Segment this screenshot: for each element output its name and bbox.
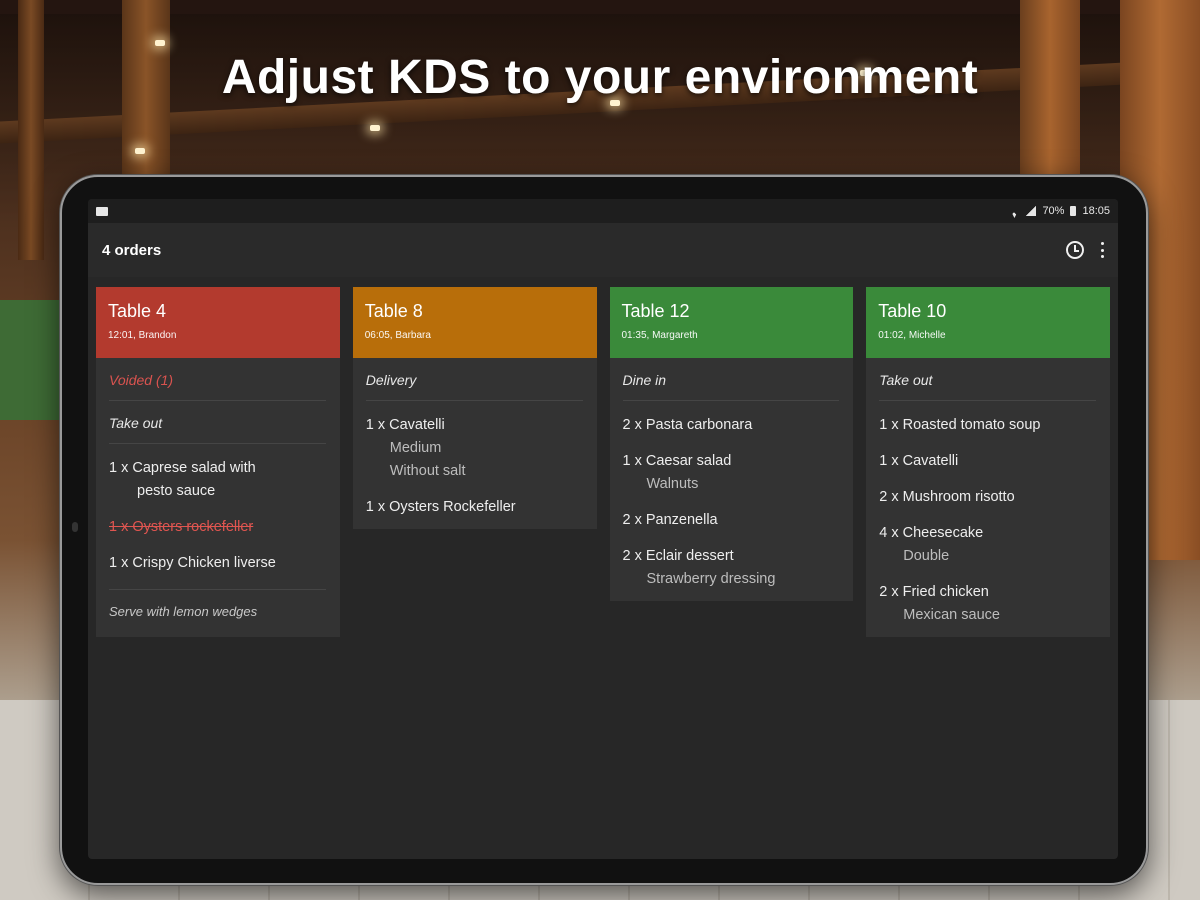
order-type: Delivery [365,358,583,401]
order-item-text: 1 x Cavatelli [879,453,959,469]
order-item[interactable]: 1 x Oysters Rockefeller [366,483,583,519]
order-type: Take out [109,401,326,444]
kds-screen: 70% 18:05 4 orders Table 4 12:01, Brando… [88,199,1118,859]
order-item-text: 1 x Crispy Chicken liverse [109,555,276,571]
order-time-waiter: 01:02, Michelle [878,330,946,341]
order-item-modifier: Walnuts [646,476,699,492]
order-item-modifier: Double [903,548,950,564]
order-item[interactable]: 2 x Panzenella [623,496,840,532]
status-bar: 70% 18:05 [88,199,1118,223]
order-card-header[interactable]: Table 8 06:05, Barbara [352,287,597,358]
order-table-name: Table 10 [878,301,947,321]
order-item[interactable]: 2 x Eclair dessert Strawberry dressing [623,532,840,591]
battery-icon [1070,206,1077,216]
battery-level: 70% [1042,205,1065,217]
order-type: Take out [879,358,1096,401]
order-table-name: Table 12 [621,301,690,321]
order-card-header[interactable]: Table 4 12:01, Brandon [96,287,340,358]
order-item-modifier: Mexican sauce [903,607,1000,623]
order-table-name: Table 4 [108,301,167,321]
order-item-modifier: Without salt [389,463,466,479]
order-item[interactable]: 1 x Cavatelli Medium Without salt [366,401,583,483]
order-card[interactable]: Table 4 12:01, Brandon Voided (1) Take o… [96,287,340,637]
order-item[interactable]: 1 x Caprese salad with pesto sauce [109,444,326,503]
order-item[interactable]: 2 x Mushroom risotto [879,473,1096,509]
order-card[interactable]: Table 8 06:05, Barbara Delivery 1 x Cava… [352,287,597,529]
order-table-name: Table 8 [364,301,423,321]
order-item[interactable]: 4 x Cheesecake Double [879,509,1096,568]
order-item[interactable]: 2 x Pasta carbonara [623,401,840,437]
order-item-text: 1 x Oysters Rockefeller [365,499,516,515]
order-time-waiter: 06:05, Barbara [364,330,431,341]
orders-count-title: 4 orders [102,241,162,259]
order-card[interactable]: Table 10 01:02, Michelle Take out 1 x Ro… [866,287,1110,637]
order-time-waiter: 01:35, Margareth [621,330,698,341]
order-card[interactable]: Table 12 01:35, Margareth Dine in 2 x Pa… [609,287,854,601]
tablet-frame: 70% 18:05 4 orders Table 4 12:01, Brando… [60,175,1148,885]
order-item-text: 4 x Cheesecake [879,525,984,541]
camera [72,522,78,532]
order-item-modifier: Medium [389,440,442,456]
order-item-text: 2 x Panzenella [622,512,718,528]
order-item[interactable]: 1 x Crispy Chicken liverse [109,539,326,575]
order-item-text: 2 x Mushroom risotto [879,489,1015,505]
order-item[interactable]: 1 x Caesar salad Walnuts [623,437,840,496]
order-item-text: 2 x Fried chicken [879,584,989,600]
mail-notification-icon [96,206,108,216]
order-item-text: 1 x Caprese salad with [109,460,256,476]
order-item[interactable]: 1 x Cavatelli [879,437,1096,473]
clock: 18:05 [1082,205,1110,217]
voided-items-label[interactable]: Voided (1) [109,358,326,401]
order-item-text: 1 x Oysters rockefeller [109,519,254,535]
signal-icon [1026,206,1037,216]
order-item[interactable]: 2 x Fried chicken Mexican sauce [879,568,1096,627]
app-bar: 4 orders [88,223,1118,277]
order-item-text: 2 x Pasta carbonara [622,417,753,433]
order-item-text: 2 x Eclair dessert [622,548,734,564]
order-item-voided[interactable]: 1 x Oysters rockefeller [109,503,326,539]
order-time-waiter: 12:01, Brandon [108,330,177,341]
headline: Adjust KDS to your environment [221,51,979,104]
more-options-icon[interactable] [1100,242,1104,258]
order-card-header[interactable]: Table 12 01:35, Margareth [609,287,854,358]
wifi-icon [1008,206,1020,216]
history-icon[interactable] [1066,241,1084,259]
order-note: Serve with lemon wedges [109,589,326,629]
order-item-modifier: Strawberry dressing [646,571,776,587]
orders-board: Table 4 12:01, Brandon Voided (1) Take o… [88,277,1118,637]
order-card-header[interactable]: Table 10 01:02, Michelle [866,287,1110,358]
order-item-text: 1 x Cavatelli [365,417,445,433]
order-item-text: 1 x Caesar salad [622,453,732,469]
order-type: Dine in [622,358,840,401]
order-item[interactable]: 1 x Roasted tomato soup [879,401,1096,437]
order-item-text: 1 x Roasted tomato soup [879,417,1041,433]
order-item-text-continued: pesto sauce [137,483,216,499]
